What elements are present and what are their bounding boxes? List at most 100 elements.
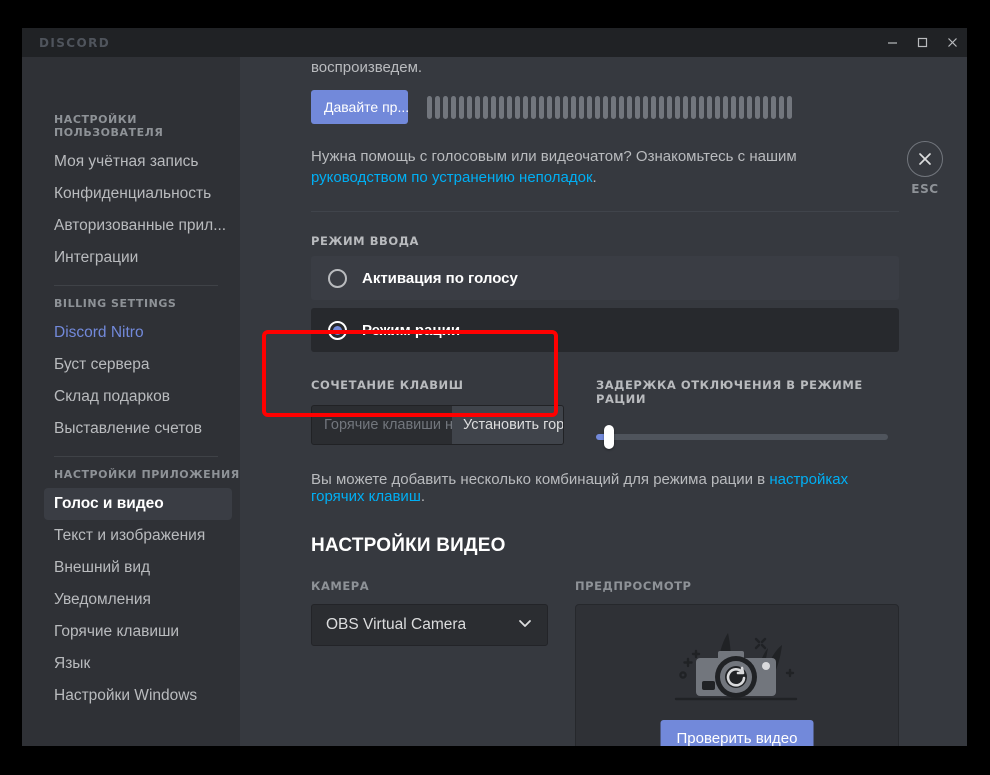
mic-level-bar xyxy=(515,95,520,119)
sidebar-group-billing-settings: BILLING SETTINGS Discord Nitro Буст серв… xyxy=(22,297,240,445)
mic-level-bar xyxy=(547,95,552,119)
mic-level-bar xyxy=(635,95,640,119)
input-mode-label: РЕЖИМ ВВОДА xyxy=(311,234,419,248)
title-bar: DISCORD xyxy=(22,28,967,57)
sidebar-group-app-settings: НАСТРОЙКИ ПРИЛОЖЕНИЯ Голос и видео Текст… xyxy=(22,468,240,712)
keybind-and-delay-row: СОЧЕТАНИЕ КЛАВИШ Горячие клавиши не ... … xyxy=(311,378,899,449)
mic-level-bar xyxy=(603,95,608,119)
minimize-button[interactable] xyxy=(877,28,907,57)
sidebar-divider xyxy=(54,285,218,286)
mic-level-bar xyxy=(531,95,536,119)
mic-level-bar xyxy=(587,95,592,119)
radio-selected-icon xyxy=(328,320,347,340)
sidebar-item-gift-inventory[interactable]: Склад подарков xyxy=(44,381,232,413)
help-text-lead: Нужна помощь с голосовым или видеочатом?… xyxy=(311,148,797,165)
sidebar-item-appearance[interactable]: Внешний вид xyxy=(44,552,232,584)
mic-level-bar xyxy=(619,95,624,119)
sidebar-divider xyxy=(54,456,218,457)
mic-level-bar xyxy=(643,95,648,119)
sidebar-group-title: BILLING SETTINGS xyxy=(54,297,177,310)
mic-level-bar xyxy=(475,95,480,119)
lets-check-button[interactable]: Давайте пр... xyxy=(311,90,408,124)
voice-video-settings: воспроизведем. Давайте пр... Нужна помощ… xyxy=(240,57,900,746)
help-paragraph: Нужна помощь с голосовым или видеочатом?… xyxy=(311,146,871,188)
mic-level-bar xyxy=(451,95,456,119)
troubleshooting-link[interactable]: руководством по устранению неполадок xyxy=(311,169,593,186)
mic-level-bar xyxy=(755,95,760,119)
sidebar-item-discord-nitro[interactable]: Discord Nitro xyxy=(44,317,232,349)
mic-level-bar xyxy=(675,95,680,119)
mic-test-paragraph-tail: воспроизведем. xyxy=(311,59,423,76)
hint-text-lead: Вы можете добавить несколько комбинаций … xyxy=(311,471,770,488)
mic-level-bar xyxy=(483,95,488,119)
sidebar-item-voice-and-video[interactable]: Голос и видео xyxy=(44,488,232,520)
close-icon[interactable] xyxy=(907,141,943,177)
mic-level-bar xyxy=(723,95,728,119)
section-divider xyxy=(311,211,899,212)
sidebar-item-windows-settings[interactable]: Настройки Windows xyxy=(44,680,232,712)
mic-level-bar xyxy=(555,95,560,119)
mic-level-bar xyxy=(571,95,576,119)
mic-level-bar xyxy=(779,95,784,119)
mic-level-bar xyxy=(627,95,632,119)
slider-track xyxy=(596,434,888,440)
mic-level-bar xyxy=(707,95,712,119)
mic-level-bar xyxy=(691,95,696,119)
close-settings-control[interactable]: ESC xyxy=(897,141,953,196)
screenshot-root: DISCORD НАСТРОЙКИ ПОЛЬЗОВАТЕЛЯ Моя учётн… xyxy=(0,0,990,775)
close-button[interactable] xyxy=(937,28,967,57)
keybind-field[interactable]: Горячие клавиши не ... Установить горяч xyxy=(311,405,564,445)
settings-sidebar: НАСТРОЙКИ ПОЛЬЗОВАТЕЛЯ Моя учётная запис… xyxy=(22,57,240,746)
mic-level-bar xyxy=(595,95,600,119)
sidebar-item-server-boost[interactable]: Буст сервера xyxy=(44,349,232,381)
mic-level-bar xyxy=(659,95,664,119)
preview-label: ПРЕДПРОСМОТР xyxy=(575,579,692,593)
slider-thumb[interactable] xyxy=(604,425,614,449)
radio-unselected-icon xyxy=(328,268,347,288)
mic-level-bar xyxy=(771,95,776,119)
help-text-tail: . xyxy=(592,169,597,186)
sidebar-item-integrations[interactable]: Интеграции xyxy=(44,242,232,274)
sidebar-item-authorized-apps[interactable]: Авторизованные прил... xyxy=(44,210,232,242)
sidebar-item-text-and-images[interactable]: Текст и изображения xyxy=(44,520,232,552)
video-settings-title: НАСТРОЙКИ ВИДЕО xyxy=(311,535,506,556)
sidebar-item-keybinds[interactable]: Горячие клавиши xyxy=(44,616,232,648)
radio-push-to-talk[interactable]: Режим рации xyxy=(311,308,899,352)
sidebar-group-title: НАСТРОЙКИ ПОЛЬЗОВАТЕЛЯ xyxy=(54,113,164,139)
camera-illustration-icon xyxy=(662,623,812,733)
mic-level-bar xyxy=(539,95,544,119)
test-video-button[interactable]: Проверить видео xyxy=(660,720,814,746)
camera-select[interactable]: OBS Virtual Camera xyxy=(311,604,548,646)
release-delay-label: ЗАДЕРЖКА ОТКЛЮЧЕНИЯ В РЕЖИМЕ РАЦИИ xyxy=(596,378,863,406)
radio-voice-activity[interactable]: Активация по голосу xyxy=(311,256,899,300)
mic-level-bar xyxy=(563,95,568,119)
sidebar-group-user-settings: НАСТРОЙКИ ПОЛЬЗОВАТЕЛЯ Моя учётная запис… xyxy=(22,113,240,274)
radio-label: Режим рации xyxy=(362,321,461,339)
sidebar-item-my-account[interactable]: Моя учётная запись xyxy=(44,146,232,178)
hint-text-tail: . xyxy=(420,488,426,505)
camera-select-value: OBS Virtual Camera xyxy=(326,616,467,633)
maximize-button[interactable] xyxy=(907,28,937,57)
radio-label: Активация по голосу xyxy=(362,269,518,287)
esc-label: ESC xyxy=(911,182,939,196)
keybind-label: СОЧЕТАНИЕ КЛАВИШ xyxy=(311,378,464,392)
sidebar-item-language[interactable]: Язык xyxy=(44,648,232,680)
discord-window: DISCORD НАСТРОЙКИ ПОЛЬЗОВАТЕЛЯ Моя учётн… xyxy=(22,28,967,746)
mic-level-bar xyxy=(523,95,528,119)
chevron-down-icon xyxy=(517,615,533,636)
mic-level-bar xyxy=(667,95,672,119)
keybind-column: СОЧЕТАНИЕ КЛАВИШ Горячие клавиши не ... … xyxy=(311,378,596,449)
sidebar-item-billing[interactable]: Выставление счетов xyxy=(44,413,232,445)
mic-level-bar xyxy=(435,95,440,119)
mic-level-bar xyxy=(787,95,792,119)
record-keybind-button[interactable]: Установить горяч xyxy=(452,406,563,444)
sidebar-item-privacy[interactable]: Конфиденциальность xyxy=(44,178,232,210)
release-delay-column: ЗАДЕРЖКА ОТКЛЮЧЕНИЯ В РЕЖИМЕ РАЦИИ xyxy=(596,378,899,449)
camera-column: КАМЕРА OBS Virtual Camera xyxy=(311,579,575,746)
preview-column: ПРЕДПРОСМОТР Проверить видео xyxy=(575,579,899,746)
mic-level-bar xyxy=(763,95,768,119)
release-delay-slider[interactable] xyxy=(596,425,888,449)
settings-main-panel: воспроизведем. Давайте пр... Нужна помощ… xyxy=(240,57,967,746)
sidebar-item-notifications[interactable]: Уведомления xyxy=(44,584,232,616)
window-controls xyxy=(877,28,967,57)
